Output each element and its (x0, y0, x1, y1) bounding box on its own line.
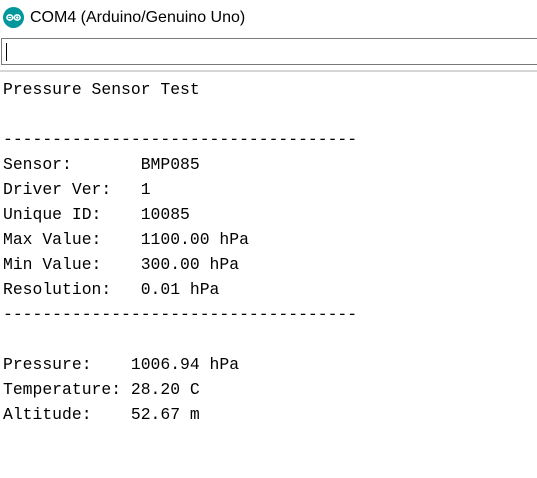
output-line: Unique ID: 10085 (3, 205, 190, 224)
text-caret (6, 43, 7, 61)
output-line (3, 327, 357, 352)
output-line: Pressure: 1006.94 hPa (3, 355, 240, 374)
output-line: Sensor: BMP085 (3, 155, 200, 174)
output-line: Pressure Sensor Test (3, 80, 200, 99)
output-line: Driver Ver: 1 (3, 180, 151, 199)
output-line: Altitude: 52.67 m (3, 405, 200, 424)
output-line: Resolution: 0.01 hPa (3, 280, 220, 299)
arduino-logo-icon (3, 7, 24, 28)
output-line: Temperature: 28.20 C (3, 380, 200, 399)
title-bar[interactable]: COM4 (Arduino/Genuino Uno) (0, 0, 537, 37)
serial-monitor-window: COM4 (Arduino/Genuino Uno) Pressure Sens… (0, 0, 537, 478)
output-line: ------------------------------------ (3, 130, 358, 149)
send-bar (0, 37, 537, 70)
output-line (3, 102, 357, 127)
serial-send-input[interactable] (1, 38, 537, 65)
window-title: COM4 (Arduino/Genuino Uno) (30, 9, 246, 26)
serial-output-lines: Pressure Sensor Test -------------------… (3, 77, 357, 427)
output-line: Max Value: 1100.00 hPa (3, 230, 249, 249)
serial-output-area[interactable]: Pressure Sensor Test -------------------… (0, 72, 537, 478)
output-line: ------------------------------------ (3, 305, 358, 324)
output-line: Min Value: 300.00 hPa (3, 255, 240, 274)
